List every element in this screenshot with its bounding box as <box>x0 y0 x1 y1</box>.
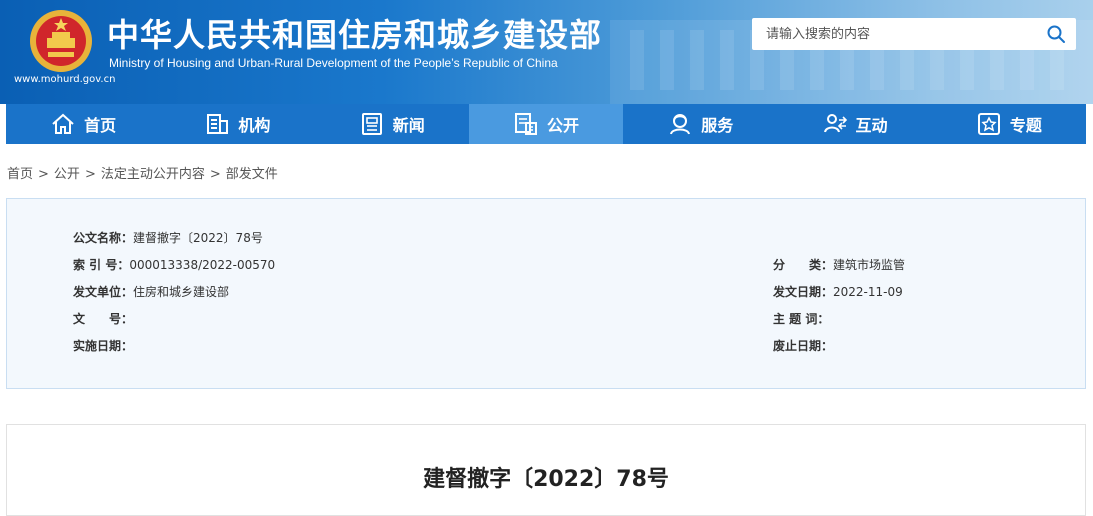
nav-label: 服务 <box>701 116 734 135</box>
document-body: 建督撤字〔2022〕78号 <box>6 424 1086 516</box>
meta-label: 主 题 词： <box>773 312 830 326</box>
nav-label: 首页 <box>84 116 117 135</box>
site-title-en: Ministry of Housing and Urban-Rural Deve… <box>109 56 558 70</box>
breadcrumb-legal-disclosure[interactable]: 法定主动公开内容 <box>101 167 205 182</box>
meta-label: 废止日期： <box>773 339 834 353</box>
meta-label: 公文名称： <box>73 231 134 245</box>
meta-label: 发文单位： <box>73 285 134 299</box>
breadcrumb-home[interactable]: 首页 <box>7 167 33 182</box>
search-input[interactable] <box>752 18 1022 50</box>
document-icon <box>514 113 537 135</box>
meta-label: 实施日期： <box>73 339 134 353</box>
nav-label: 互动 <box>855 116 888 135</box>
site-header: www.mohurd.gov.cn 中华人民共和国住房和城乡建设部 Minist… <box>0 0 1093 104</box>
breadcrumb-open[interactable]: 公开 <box>54 167 80 182</box>
meta-effective-date: 实施日期： <box>73 337 133 354</box>
meta-index: 索 引 号：000013338/2022-00570 <box>73 256 275 273</box>
topic-icon <box>977 113 1000 135</box>
nav-item-home[interactable]: 首页 <box>6 104 160 144</box>
meta-doc-number: 文 号： <box>73 310 133 327</box>
site-url: www.mohurd.gov.cn <box>14 74 116 85</box>
meta-value: 建督撤字〔2022〕78号 <box>133 231 263 245</box>
breadcrumb-ministry-documents[interactable]: 部发文件 <box>226 167 278 182</box>
nav-label: 公开 <box>546 116 579 135</box>
nav-item-organization[interactable]: 机构 <box>160 104 314 144</box>
national-emblem-icon <box>30 10 92 72</box>
building-icon <box>207 114 229 134</box>
site-title-cn: 中华人民共和国住房和城乡建设部 <box>107 16 603 54</box>
breadcrumb-separator: > <box>84 167 96 182</box>
meta-label: 文 号： <box>73 312 134 326</box>
document-metadata-panel: 公文名称：建督撤字〔2022〕78号 索 引 号：000013338/2022-… <box>6 198 1086 389</box>
meta-label: 索 引 号： <box>73 258 130 272</box>
meta-expiry-date: 废止日期： <box>773 337 833 354</box>
nav-label: 专题 <box>1009 116 1042 135</box>
nav-label: 机构 <box>238 116 271 135</box>
nav-item-news[interactable]: 新闻 <box>315 104 469 144</box>
nav-label: 新闻 <box>392 116 425 135</box>
meta-label: 发文日期： <box>773 285 834 299</box>
interaction-icon <box>823 114 847 133</box>
document-title: 建督撤字〔2022〕78号 <box>423 467 669 492</box>
building-backdrop <box>610 20 1093 104</box>
nav-item-interaction[interactable]: 互动 <box>777 104 931 144</box>
meta-label: 分 类： <box>773 258 834 272</box>
service-icon <box>670 114 691 135</box>
home-icon <box>52 113 74 134</box>
search-icon[interactable] <box>1046 24 1066 44</box>
meta-value: 2022-11-09 <box>833 285 903 299</box>
meta-keywords: 主 题 词： <box>773 310 829 327</box>
nav-item-topic[interactable]: 专题 <box>932 104 1086 144</box>
meta-value: 建筑市场监管 <box>833 258 906 272</box>
search-box <box>752 18 1076 50</box>
breadcrumb-separator: > <box>209 167 221 182</box>
meta-doc-name: 公文名称：建督撤字〔2022〕78号 <box>73 229 263 246</box>
meta-issue-date: 发文日期：2022-11-09 <box>773 283 903 300</box>
main-nav: 首页 机构 新闻 公开 服务 互动 专题 <box>6 104 1086 144</box>
breadcrumb-separator: > <box>38 167 49 182</box>
news-icon <box>361 113 382 135</box>
nav-item-open[interactable]: 公开 <box>468 104 624 144</box>
meta-value: 000013338/2022-00570 <box>129 258 276 272</box>
meta-value: 住房和城乡建设部 <box>133 285 230 299</box>
meta-issuer: 发文单位：住房和城乡建设部 <box>73 283 229 300</box>
breadcrumb: 首页 > 公开 > 法定主动公开内容 > 部发文件 <box>7 163 278 182</box>
nav-item-service[interactable]: 服务 <box>623 104 777 144</box>
meta-category: 分 类：建筑市场监管 <box>773 256 905 273</box>
